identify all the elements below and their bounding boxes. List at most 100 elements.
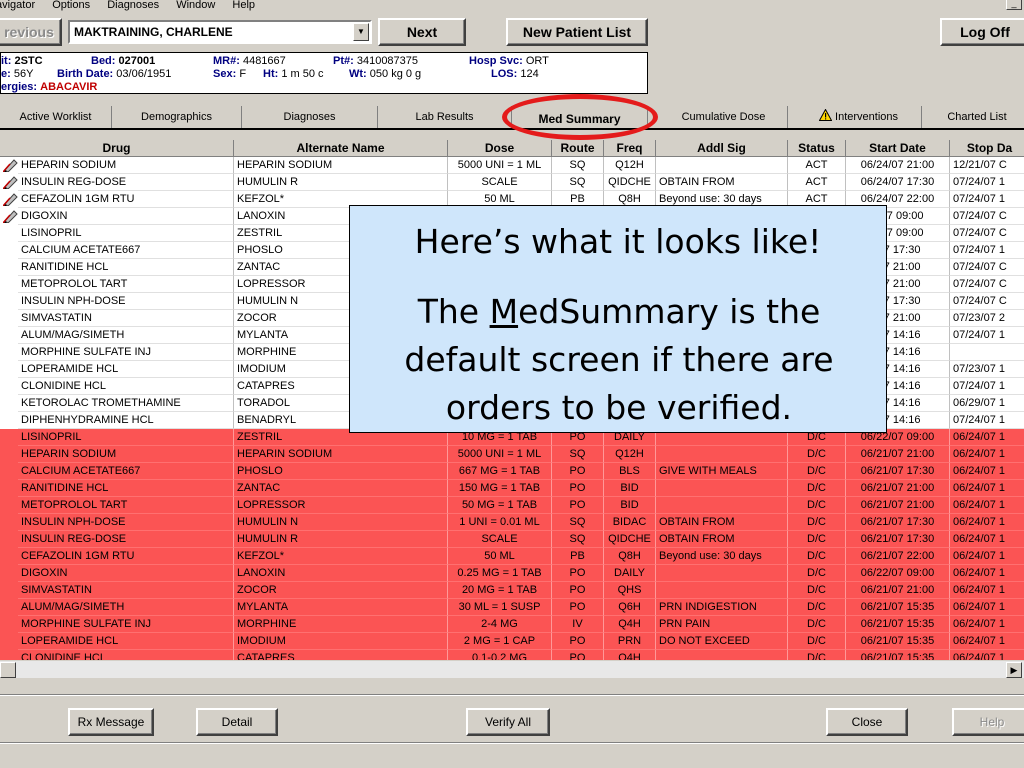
cell-status: D/C — [788, 514, 846, 531]
cell-status: D/C — [788, 548, 846, 565]
column-header-status[interactable]: Status — [788, 140, 846, 157]
column-header-dose[interactable]: Dose — [448, 140, 552, 157]
cell-drug: MORPHINE SULFATE INJ — [18, 344, 234, 361]
cell-addl-sig — [656, 446, 788, 463]
column-header-addl-sig[interactable]: Addl Sig — [656, 140, 788, 157]
log-off-button[interactable]: Log Off — [940, 18, 1024, 46]
callout-body-start: The — [417, 292, 490, 331]
cell-stop-date: 07/24/07 C — [950, 259, 1024, 276]
tab-active-worklist[interactable]: Active Worklist — [0, 106, 112, 128]
menu-window[interactable]: Window — [176, 0, 215, 11]
cell-dose: 667 MG = 1 TAB — [448, 463, 552, 480]
cell-route: PO — [552, 565, 604, 582]
table-row[interactable]: HEPARIN SODIUM HEPARIN SODIUM 5000 UNI = 1… — [0, 157, 1024, 174]
cell-freq: DAILY — [604, 565, 656, 582]
table-row[interactable]: CEFAZOLIN 1GM RTU KEFZOL* 50 ML PB Q8H Beyond… — [0, 548, 1024, 565]
cell-freq: Q6H — [604, 599, 656, 616]
cell-status: D/C — [788, 463, 846, 480]
cell-stop-date: 06/24/07 1 — [950, 480, 1024, 497]
warning-icon — [818, 108, 833, 121]
table-row[interactable]: LOPERAMIDE HCL IMODIUM 2 MG = 1 CAP PO PRN DO… — [0, 633, 1024, 650]
pt-label: Pt#: — [333, 55, 354, 67]
height-value: 1 m 50 c — [281, 68, 324, 80]
cell-stop-date: 06/24/07 1 — [950, 616, 1024, 633]
cell-drug: METOPROLOL TART — [18, 497, 234, 514]
cell-alternate-name: ZANTAC — [234, 480, 448, 497]
cell-stop-date: 07/24/07 1 — [950, 242, 1024, 259]
callout-body: The MedSummary is the default screen if … — [370, 288, 868, 432]
cell-addl-sig — [656, 497, 788, 514]
table-row[interactable]: INSULIN REG-DOSE HUMULIN R SCALE SQ QIDCHE OB… — [0, 531, 1024, 548]
cell-addl-sig — [656, 480, 788, 497]
cell-status: D/C — [788, 616, 846, 633]
cell-status: ACT — [788, 157, 846, 174]
scroll-left-icon[interactable] — [0, 662, 16, 678]
cell-drug: LOPERAMIDE HCL — [18, 361, 234, 378]
cell-dose: 50 ML — [448, 548, 552, 565]
previous-button[interactable]: revious — [0, 18, 62, 46]
column-header-alternate-name[interactable]: Alternate Name — [234, 140, 448, 157]
tab-demographics[interactable]: Demographics — [112, 106, 242, 128]
close-button[interactable]: Close — [826, 708, 908, 736]
column-header-stop-date[interactable]: Stop Da — [950, 140, 1024, 157]
cell-stop-date: 06/24/07 1 — [950, 446, 1024, 463]
bed-label: Bed: — [91, 55, 116, 67]
table-row[interactable]: SIMVASTATIN ZOCOR 20 MG = 1 TAB PO QHS D/C 06/… — [0, 582, 1024, 599]
cell-status: D/C — [788, 565, 846, 582]
cell-dose: 0.25 MG = 1 TAB — [448, 565, 552, 582]
column-header-drug[interactable]: Drug — [0, 140, 234, 157]
menu-navigator[interactable]: avigator — [0, 0, 35, 11]
column-header-freq[interactable]: Freq — [604, 140, 656, 157]
cell-route: PO — [552, 497, 604, 514]
table-header: Drug Alternate Name Dose Route Freq Addl Sig S… — [0, 140, 1024, 157]
horizontal-scrollbar[interactable]: ▶ — [0, 660, 1024, 678]
cell-start-date: 06/22/07 09:00 — [846, 565, 950, 582]
cell-addl-sig: PRN PAIN — [656, 616, 788, 633]
tab-charted-list[interactable]: Charted List — [930, 106, 1024, 128]
table-row[interactable]: HEPARIN SODIUM HEPARIN SODIUM 5000 UNI = 1… — [0, 446, 1024, 463]
birth-date-value: 03/06/1951 — [116, 68, 172, 80]
table-row[interactable]: ALUM/MAG/SIMETH MYLANTA 30 ML = 1 SUSP PO Q6… — [0, 599, 1024, 616]
callout-body-underlined: M — [489, 292, 519, 331]
table-row[interactable]: RANITIDINE HCL ZANTAC 150 MG = 1 TAB PO BID D… — [0, 480, 1024, 497]
column-header-start-date[interactable]: Start Date — [846, 140, 950, 157]
scroll-right-icon[interactable]: ▶ — [1006, 662, 1022, 678]
cell-drug: ALUM/MAG/SIMETH — [18, 327, 234, 344]
verify-all-button[interactable]: Verify All — [466, 708, 550, 736]
next-button[interactable]: Next — [378, 18, 466, 46]
cell-drug: CALCIUM ACETATE667 — [18, 242, 234, 259]
new-patient-list-button[interactable]: New Patient List — [506, 18, 648, 46]
cell-route: PO — [552, 633, 604, 650]
tab-cumulative-dose[interactable]: Cumulative Dose — [660, 106, 788, 128]
table-row[interactable]: METOPROLOL TART LOPRESSOR 50 MG = 1 TAB PO B… — [0, 497, 1024, 514]
tab-interventions[interactable]: Interventions — [796, 106, 922, 128]
cell-drug: DIGOXIN — [18, 208, 234, 225]
help-button[interactable]: Help — [952, 708, 1024, 736]
cell-start-date: 06/21/07 21:00 — [846, 582, 950, 599]
cell-addl-sig — [656, 157, 788, 174]
table-row[interactable]: MORPHINE SULFATE INJ MORPHINE 2-4 MG IV Q4H P… — [0, 616, 1024, 633]
cell-drug: INSULIN REG-DOSE — [18, 531, 234, 548]
patient-select[interactable]: MAKTRAINING, CHARLENE ▼ — [68, 20, 372, 44]
tab-diagnoses[interactable]: Diagnoses — [242, 106, 378, 128]
cell-drug: SIMVASTATIN — [18, 582, 234, 599]
table-row[interactable]: CALCIUM ACETATE667 PHOSLO 667 MG = 1 TAB PO… — [0, 463, 1024, 480]
rx-message-button[interactable]: Rx Message — [68, 708, 154, 736]
cell-route: PO — [552, 463, 604, 480]
column-header-route[interactable]: Route — [552, 140, 604, 157]
table-row[interactable]: INSULIN REG-DOSE HUMULIN R SCALE SQ QIDCHE OB… — [0, 174, 1024, 191]
detail-button[interactable]: Detail — [196, 708, 278, 736]
cell-alternate-name: HUMULIN R — [234, 531, 448, 548]
cell-alternate-name: HUMULIN R — [234, 174, 448, 191]
tab-lab-results[interactable]: Lab Results — [378, 106, 512, 128]
cell-stop-date: 06/29/07 1 — [950, 395, 1024, 412]
table-row[interactable]: INSULIN NPH-DOSE HUMULIN N1 UNI = 0.01 ML… — [0, 514, 1024, 531]
table-row[interactable]: DIGOXIN LANOXIN 0.25 MG = 1 TAB PO DAILY D/C 0… — [0, 565, 1024, 582]
minimize-icon[interactable]: _ — [1006, 0, 1022, 10]
cell-status: D/C — [788, 633, 846, 650]
menu-diagnoses[interactable]: Diagnoses — [107, 0, 159, 11]
menu-help[interactable]: Help — [232, 0, 255, 11]
cell-stop-date: 06/24/07 1 — [950, 599, 1024, 616]
chevron-down-icon[interactable]: ▼ — [353, 23, 369, 41]
menu-options[interactable]: Options — [52, 0, 90, 11]
